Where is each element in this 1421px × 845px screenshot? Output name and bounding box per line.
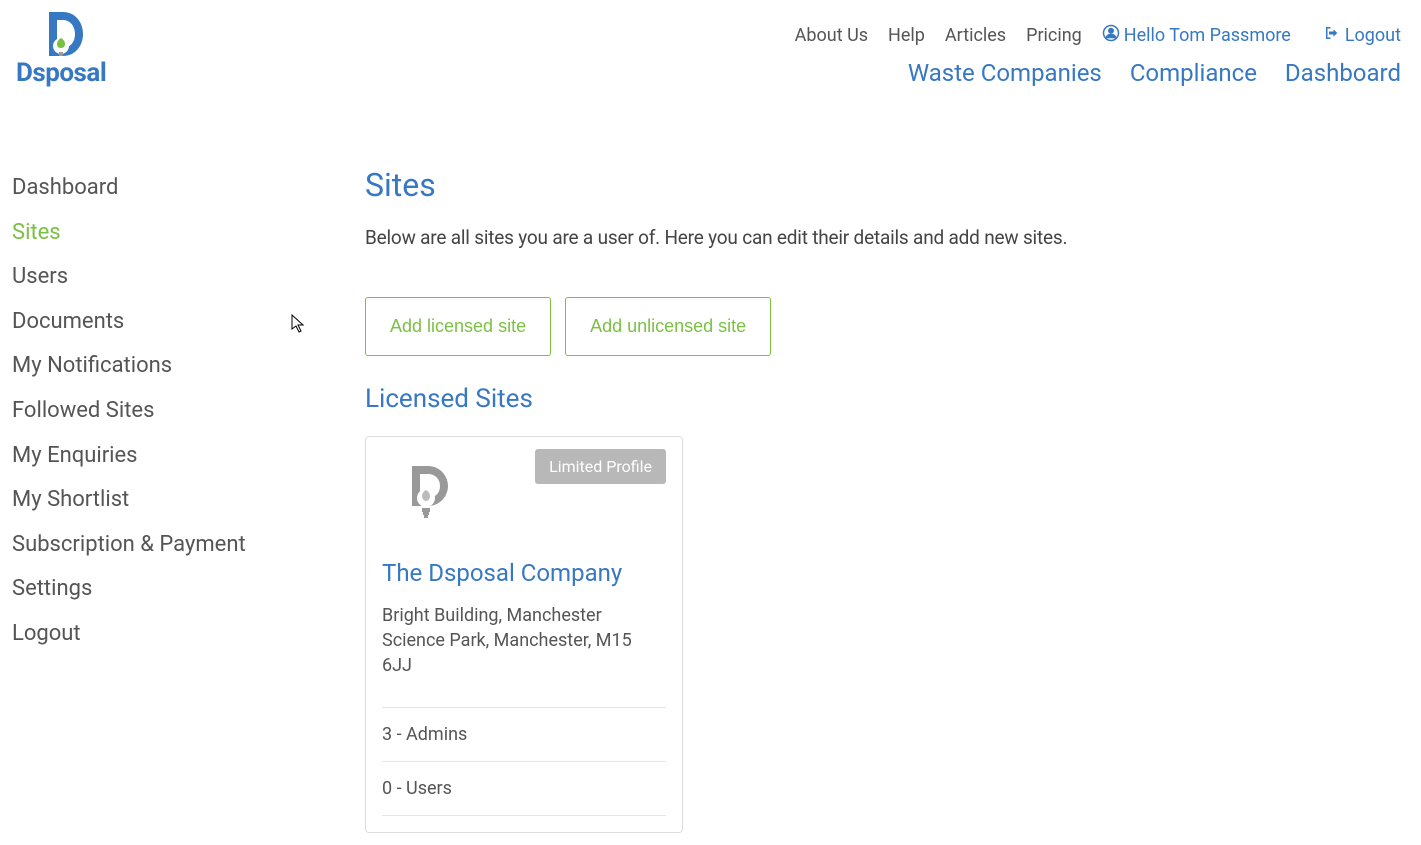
sidebar-item-sites[interactable]: Sites bbox=[12, 211, 365, 256]
nav-compliance[interactable]: Compliance bbox=[1130, 59, 1257, 87]
secondary-nav: Waste Companies Compliance Dashboard bbox=[908, 59, 1401, 87]
site-name-link[interactable]: The Dsposal Company bbox=[382, 559, 666, 587]
sidebar-item-settings[interactable]: Settings bbox=[12, 567, 365, 612]
sidebar-item-users[interactable]: Users bbox=[12, 255, 365, 300]
nav-help[interactable]: Help bbox=[888, 25, 925, 46]
site-users-count: 0 - Users bbox=[382, 761, 666, 816]
site-card: Limited Profile The Dsposal Company Brig… bbox=[365, 436, 683, 833]
site-admins-count: 3 - Admins bbox=[382, 707, 666, 761]
add-unlicensed-site-button[interactable]: Add unlicensed site bbox=[565, 297, 771, 356]
page-title: Sites bbox=[365, 166, 1381, 204]
user-icon bbox=[1102, 24, 1120, 47]
nav-user-greeting[interactable]: Hello Tom Passmore bbox=[1102, 24, 1291, 47]
sidebar-item-my-enquiries[interactable]: My Enquiries bbox=[12, 434, 365, 479]
nav-articles[interactable]: Articles bbox=[945, 25, 1006, 46]
sidebar-item-subscription-payment[interactable]: Subscription & Payment bbox=[12, 523, 365, 568]
site-address: Bright Building, Manchester Science Park… bbox=[382, 603, 666, 679]
sidebar-item-documents[interactable]: Documents bbox=[12, 300, 365, 345]
sidebar-item-logout[interactable]: Logout bbox=[12, 612, 365, 657]
logo-text: Dsposal bbox=[16, 58, 106, 88]
nav-pricing[interactable]: Pricing bbox=[1026, 25, 1082, 46]
profile-badge: Limited Profile bbox=[535, 449, 666, 484]
sidebar-item-my-shortlist[interactable]: My Shortlist bbox=[12, 478, 365, 523]
nav-about-us[interactable]: About Us bbox=[795, 25, 868, 46]
nav-dashboard[interactable]: Dashboard bbox=[1285, 59, 1401, 87]
sidebar-item-my-notifications[interactable]: My Notifications bbox=[12, 344, 365, 389]
site-logo-icon bbox=[400, 463, 456, 529]
top-nav: About Us Help Articles Pricing Hello Tom… bbox=[795, 24, 1401, 47]
licensed-sites-title: Licensed Sites bbox=[365, 384, 1381, 414]
sidebar-item-followed-sites[interactable]: Followed Sites bbox=[12, 389, 365, 434]
nav-logout[interactable]: Logout bbox=[1323, 24, 1401, 47]
add-licensed-site-button[interactable]: Add licensed site bbox=[365, 297, 551, 356]
logo[interactable]: Dsposal bbox=[16, 8, 106, 88]
nav-waste-companies[interactable]: Waste Companies bbox=[908, 59, 1102, 87]
logout-icon bbox=[1323, 24, 1341, 47]
sidebar: Dashboard Sites Users Documents My Notif… bbox=[0, 166, 365, 833]
dsposal-logo-icon bbox=[35, 8, 87, 60]
page-intro: Below are all sites you are a user of. H… bbox=[365, 226, 1381, 249]
sidebar-item-dashboard[interactable]: Dashboard bbox=[12, 166, 365, 211]
